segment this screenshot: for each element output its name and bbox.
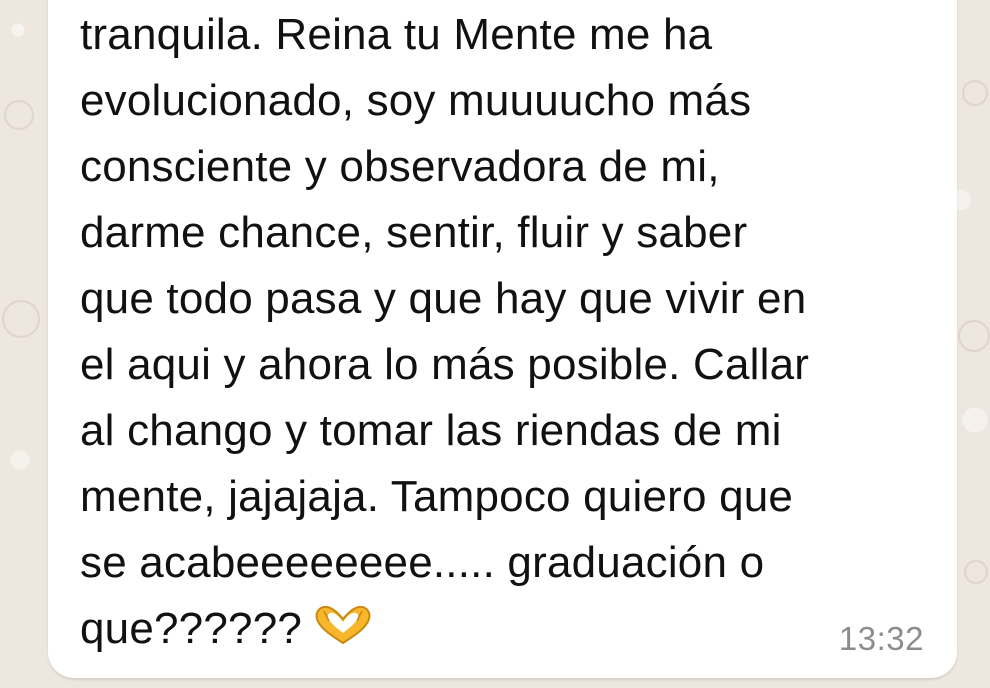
message-text: tranquila. Reina tu Mente me ha evolucio…	[80, 2, 930, 662]
message-body: tranquila. Reina tu Mente me ha evolucio…	[80, 10, 810, 653]
message-timestamp: 13:32	[838, 620, 924, 657]
wallpaper-doodle	[964, 560, 988, 584]
wallpaper-doodle	[958, 320, 990, 352]
wallpaper-doodle	[2, 300, 40, 338]
heart-hands-emoji-icon	[315, 606, 371, 645]
wallpaper-doodle	[4, 100, 34, 130]
wallpaper-doodle	[962, 80, 988, 106]
